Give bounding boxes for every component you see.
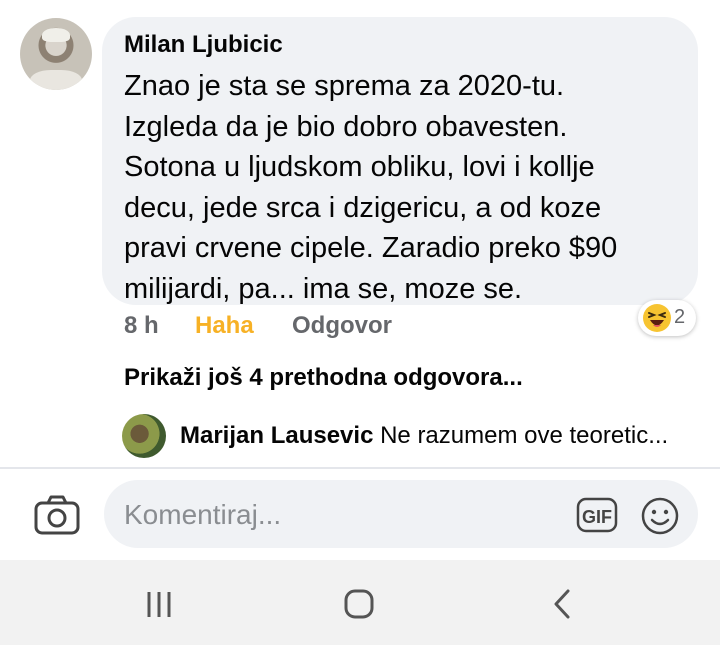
- reply-avatar[interactable]: [122, 414, 166, 458]
- back-icon[interactable]: [542, 587, 582, 623]
- reaction-button[interactable]: Haha: [195, 312, 254, 340]
- gif-icon[interactable]: GIF: [576, 497, 618, 533]
- comment-text-line: milijardi, pa... ima se, moze se.: [124, 272, 523, 305]
- comment-text: Znao je sta se sprema za 2020-tu. Izgled…: [124, 66, 684, 309]
- camera-icon[interactable]: [34, 494, 80, 536]
- comment-input-placeholder: Komentiraj...: [124, 499, 282, 530]
- reaction-count: 2: [674, 306, 686, 328]
- comment-text-line: Znao je sta se sprema za 2020-tu.: [124, 70, 565, 102]
- comment-text-line: Izgleda da je bio dobro obavesten.: [124, 110, 568, 143]
- reply-author[interactable]: Marijan Lausevic: [180, 422, 373, 449]
- haha-emoji-icon: [643, 304, 671, 332]
- avatar-hair: [42, 28, 70, 42]
- comment-text-line: pravi crvene cipele. Zaradio preko $90: [124, 232, 618, 264]
- reply-button[interactable]: Odgovor: [292, 312, 392, 340]
- view-previous-replies-link[interactable]: Prikaži još 4 prethodna odgovora...: [124, 364, 523, 392]
- comment-timestamp[interactable]: 8 h: [124, 312, 159, 340]
- reply-preview[interactable]: Marijan Lausevic Ne razumem ove teoretic…: [180, 422, 668, 450]
- smiley-icon[interactable]: [640, 496, 680, 536]
- reaction-summary[interactable]: 2: [638, 300, 696, 336]
- comment-text-line: decu, jede srca i dzigericu, a od koze: [124, 191, 602, 224]
- home-icon[interactable]: [338, 587, 378, 623]
- reply-preview-text: Ne razumem ove teoretic...: [380, 422, 669, 449]
- comment-author[interactable]: Milan Ljubicic: [124, 31, 283, 59]
- divider: [0, 467, 720, 469]
- recents-icon[interactable]: [140, 587, 180, 623]
- comment-text-line: Sotona u ljudskom obliku, lovi i kollje: [124, 151, 595, 183]
- svg-text:GIF: GIF: [582, 507, 612, 527]
- commenter-avatar[interactable]: [20, 18, 92, 90]
- avatar-shirt: [30, 70, 82, 90]
